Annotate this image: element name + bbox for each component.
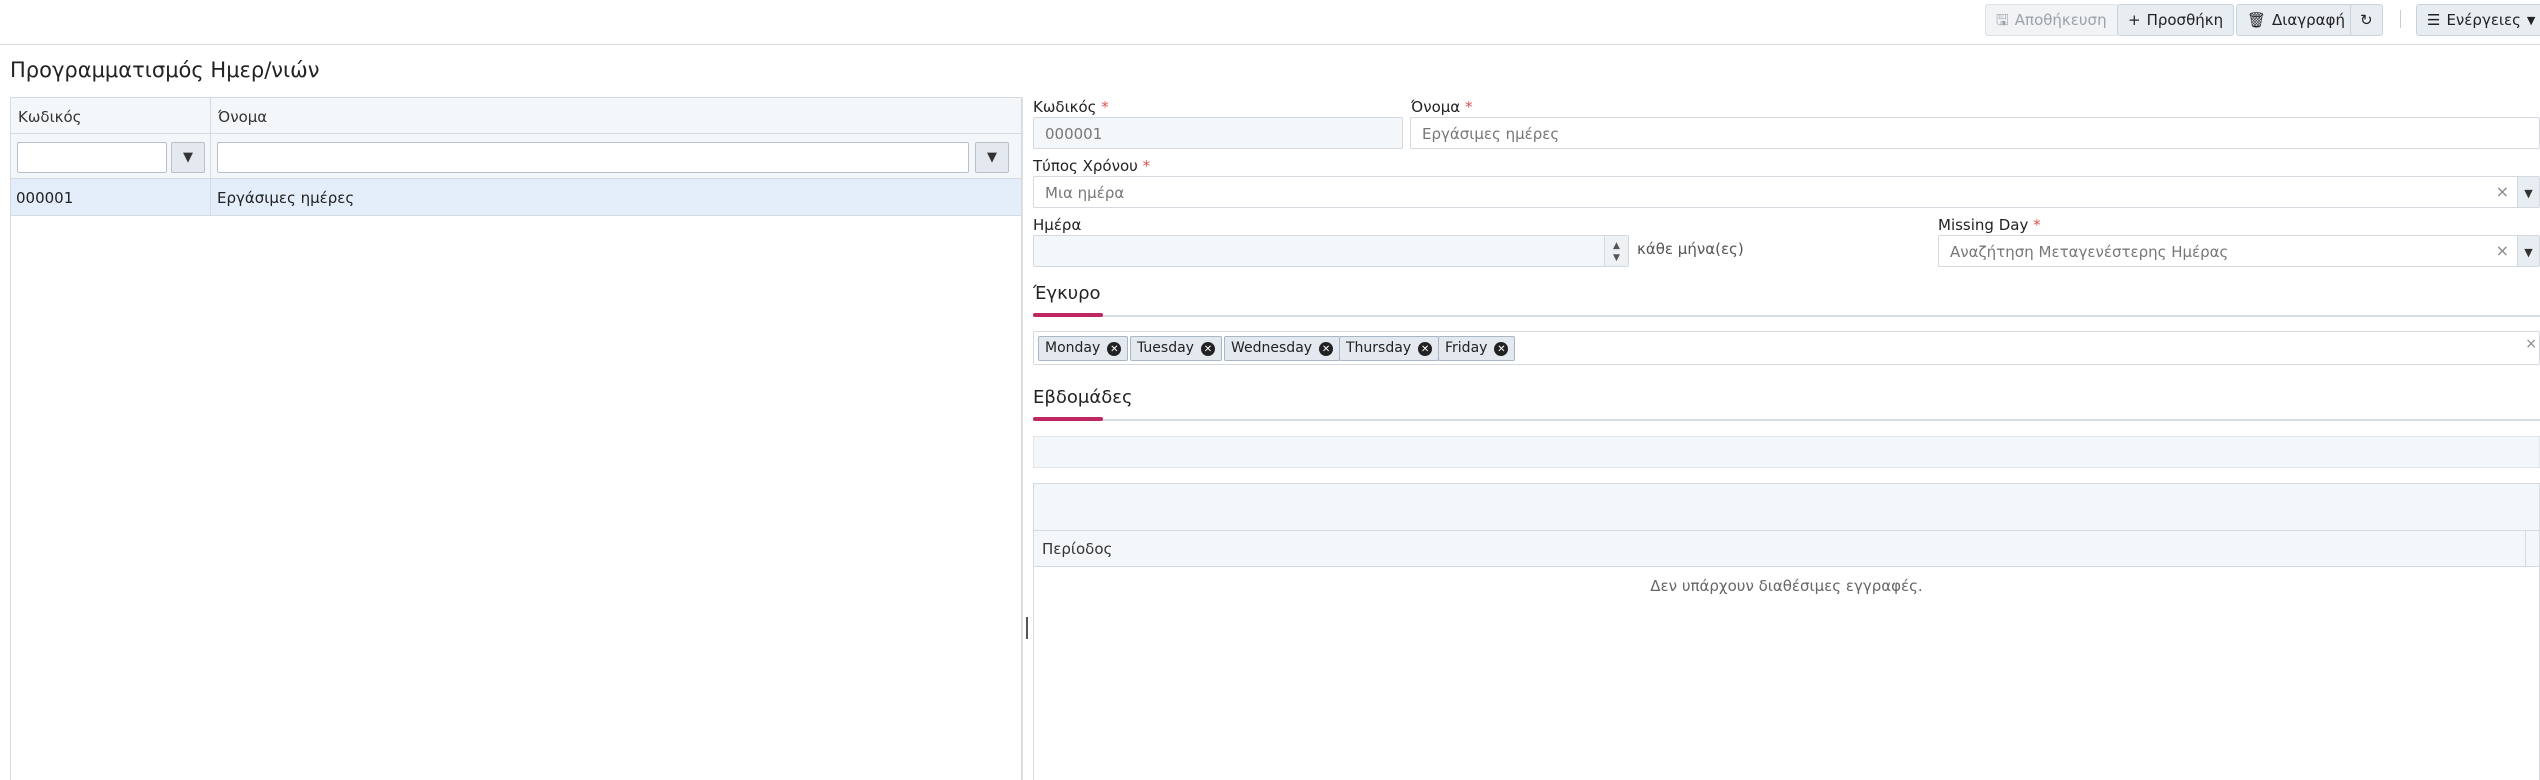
code-filter-cell: ▼ (11, 134, 211, 178)
time-type-value: Μια ημέρα (1045, 184, 1125, 202)
code-label: Κωδικός * (1033, 98, 1109, 116)
grid-header: Κωδικός Όνομα (11, 98, 1021, 134)
add-button[interactable]: + Προσθήκη (2117, 4, 2235, 36)
add-button-label: Προσθήκη (2146, 11, 2224, 29)
actions-menu-button[interactable]: ☰ Ενέργειες ▼ (2416, 4, 2540, 36)
day-number-input[interactable]: ▲ ▼ (1033, 235, 1629, 267)
name-filter-cell: ▼ (211, 134, 1021, 178)
weeks-section-title: Εβδομάδες (1033, 387, 1133, 408)
valid-section-title: Έγκυρο (1033, 283, 1101, 304)
remove-tag-icon[interactable]: ✕ (1200, 342, 1215, 356)
chevron-down-icon[interactable]: ▼ (2517, 236, 2539, 266)
missing-day-value: Αναζήτηση Μεταγενέστερης Ημέρας (1950, 243, 2229, 261)
spin-down-icon[interactable]: ▼ (1613, 252, 1620, 264)
time-type-select[interactable]: Μια ημέρα × ▼ (1033, 176, 2540, 208)
header-edge (2525, 531, 2539, 567)
filter-row: ▼ ▼ (11, 134, 1021, 179)
plus-icon: + (2128, 10, 2141, 29)
top-toolbar: 🖫 Αποθήκευση + Προσθήκη 🗑 Διαγραφή ↻ ☰ Ε… (0, 0, 2540, 45)
valid-days-multiselect[interactable]: Monday ✕ Tuesday ✕ Wednesday ✕ Thursday ✕ Fr… (1033, 331, 2540, 365)
remove-tag-icon[interactable]: ✕ (1319, 342, 1334, 356)
name-filter-button[interactable]: ▼ (975, 142, 1009, 173)
day-label: Ημέρα (1033, 216, 1082, 234)
section-accent (1033, 313, 1103, 317)
remove-tag-icon[interactable]: ✕ (1494, 342, 1509, 356)
code-field[interactable]: 000001 (1033, 117, 1403, 149)
panel-splitter[interactable] (1022, 97, 1030, 780)
missing-day-select[interactable]: Αναζήτηση Μεταγενέστερης Ημέρας × ▼ (1938, 235, 2540, 267)
remove-tag-icon[interactable]: ✕ (1107, 342, 1122, 356)
weeks-grid: Περίοδος Δεν υπάρχουν διαθέσιμες εγγραφέ… (1033, 483, 2540, 780)
trash-icon: 🗑 (2247, 10, 2267, 29)
records-grid: Κωδικός Όνομα ▼ ▼ 000001 Εργάσιμες ημέρε… (10, 97, 1022, 780)
name-label: Όνομα * (1411, 98, 1473, 116)
name-field[interactable]: Εργάσιμες ημέρες (1410, 117, 2540, 149)
delete-button[interactable]: 🗑 Διαγραφή (2236, 4, 2356, 36)
save-button[interactable]: 🖫 Αποθήκευση (1985, 4, 2118, 36)
clear-all-icon[interactable]: × (2525, 336, 2537, 352)
menu-icon: ☰ (2427, 10, 2441, 29)
splitter-handle[interactable] (1026, 617, 1028, 639)
column-header-name[interactable]: Όνομα (211, 98, 1021, 133)
column-header-code[interactable]: Κωδικός (11, 98, 211, 133)
day-tag: Thursday ✕ (1339, 336, 1440, 361)
column-header-period[interactable]: Περίοδος (1034, 531, 2539, 567)
delete-button-label: Διαγραφή (2272, 11, 2345, 29)
code-filter-button[interactable]: ▼ (171, 142, 205, 173)
period-header-label: Περίοδος (1042, 540, 1113, 558)
spin-up-icon[interactable]: ▲ (1613, 240, 1620, 252)
name-filter-input[interactable] (217, 142, 969, 173)
weeks-grid-toolbar (1034, 484, 2539, 531)
row-code: 000001 (11, 179, 211, 215)
missing-day-label: Missing Day * (1938, 216, 2041, 234)
day-tag: Monday ✕ (1038, 336, 1129, 361)
page-title: Προγραμματισμός Ημερ/νιών (10, 58, 320, 82)
day-tag: Friday ✕ (1438, 336, 1516, 361)
toolbar-divider (2400, 10, 2401, 28)
code-filter-input[interactable] (17, 142, 167, 173)
day-spinner[interactable]: ▲ ▼ (1604, 236, 1628, 266)
filter-icon: ▼ (987, 150, 997, 165)
empty-message: Δεν υπάρχουν διαθέσιμες εγγραφές. (1650, 577, 1923, 595)
save-icon: 🖫 (1996, 10, 2009, 29)
day-tag: Tuesday ✕ (1130, 336, 1222, 361)
weeks-bar (1033, 436, 2540, 468)
row-name: Εργάσιμες ημέρες (217, 189, 355, 207)
time-type-label: Τύπος Χρόνου * (1033, 157, 1151, 175)
day-suffix: κάθε μήνα(ες) (1637, 240, 1744, 258)
section-accent (1033, 417, 1103, 421)
save-button-label: Αποθήκευση (2014, 11, 2107, 29)
actions-button-label: Ενέργειες (2446, 11, 2521, 29)
clear-icon[interactable]: × (2496, 241, 2509, 260)
refresh-button[interactable]: ↻ (2350, 4, 2383, 36)
section-divider (1033, 315, 2540, 317)
day-tag: Wednesday ✕ (1224, 336, 1341, 361)
caret-down-icon: ▼ (2526, 13, 2536, 27)
chevron-down-icon[interactable]: ▼ (2517, 177, 2539, 207)
table-row[interactable]: 000001 Εργάσιμες ημέρες (11, 179, 1021, 216)
section-divider (1033, 419, 2540, 421)
filter-icon: ▼ (183, 150, 193, 165)
refresh-icon: ↻ (2360, 10, 2373, 29)
clear-icon[interactable]: × (2496, 182, 2509, 201)
remove-tag-icon[interactable]: ✕ (1418, 342, 1433, 356)
